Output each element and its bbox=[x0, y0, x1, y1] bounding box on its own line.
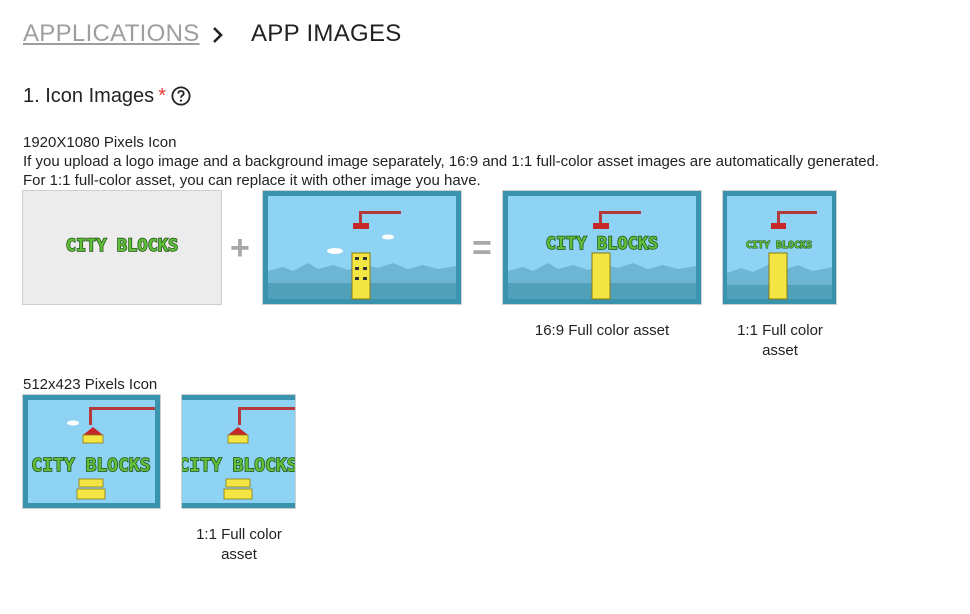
icon-512-scene: CITY BLOCKS bbox=[23, 395, 160, 508]
icon-512-asset-1-1-preview[interactable]: CITY BLOCKS bbox=[181, 394, 296, 509]
asset-1-1-caption: 1:1 Full color asset bbox=[720, 321, 840, 361]
asset-1-1-caption-line1: 1:1 Full color bbox=[737, 322, 823, 339]
icon-512-logo-text: CITY BLOCKS bbox=[31, 455, 150, 476]
icon-512-asset-logo-text: CITY BLOCKS bbox=[182, 455, 295, 476]
breadcrumb-applications-link[interactable]: APPLICATIONS bbox=[23, 20, 200, 48]
icon-512-asset-caption-line1: 1:1 Full color bbox=[196, 526, 282, 543]
required-mark: * bbox=[158, 85, 166, 107]
logo-text: CITY BLOCKS bbox=[66, 236, 179, 256]
background-image-upload[interactable] bbox=[262, 190, 462, 305]
asset-1-1-scene: CITY BLOCKS bbox=[723, 191, 836, 304]
page-title: APP IMAGES bbox=[251, 20, 402, 47]
asset-16-9-scene: CITY BLOCKS bbox=[503, 191, 701, 304]
icon-1920-description-line2: For 1:1 full-color asset, you can replac… bbox=[23, 172, 481, 189]
plus-icon: + bbox=[230, 229, 250, 267]
asset-1-1-caption-line2: asset bbox=[762, 342, 798, 359]
asset-16-9-logo-text: CITY BLOCKS bbox=[546, 234, 659, 254]
question-circle-icon[interactable] bbox=[171, 86, 191, 106]
chevron-right-icon bbox=[210, 22, 226, 48]
icon-512-heading: 512x423 Pixels Icon bbox=[23, 376, 158, 393]
icon-512-asset-caption: 1:1 Full color asset bbox=[179, 525, 299, 565]
asset-16-9-preview[interactable]: CITY BLOCKS bbox=[502, 190, 702, 305]
asset-1-1-preview[interactable]: CITY BLOCKS bbox=[722, 190, 837, 305]
icon-512-asset-scene: CITY BLOCKS bbox=[182, 395, 295, 508]
asset-1-1-logo-text: CITY BLOCKS bbox=[746, 240, 812, 251]
section-title: 1. Icon Images * bbox=[23, 85, 166, 108]
icon-512-upload[interactable]: CITY BLOCKS bbox=[22, 394, 161, 509]
section-title-text: 1. Icon Images bbox=[23, 85, 155, 107]
icon-1920-heading: 1920X1080 Pixels Icon bbox=[23, 134, 177, 151]
equals-icon: = bbox=[472, 229, 492, 267]
background-scene bbox=[263, 191, 461, 304]
icon-512-asset-caption-line2: asset bbox=[221, 546, 257, 563]
icon-1920-description-line1: If you upload a logo image and a backgro… bbox=[23, 153, 880, 170]
asset-16-9-caption: 16:9 Full color asset bbox=[534, 322, 670, 339]
logo-image-upload[interactable]: CITY BLOCKS bbox=[22, 190, 222, 305]
